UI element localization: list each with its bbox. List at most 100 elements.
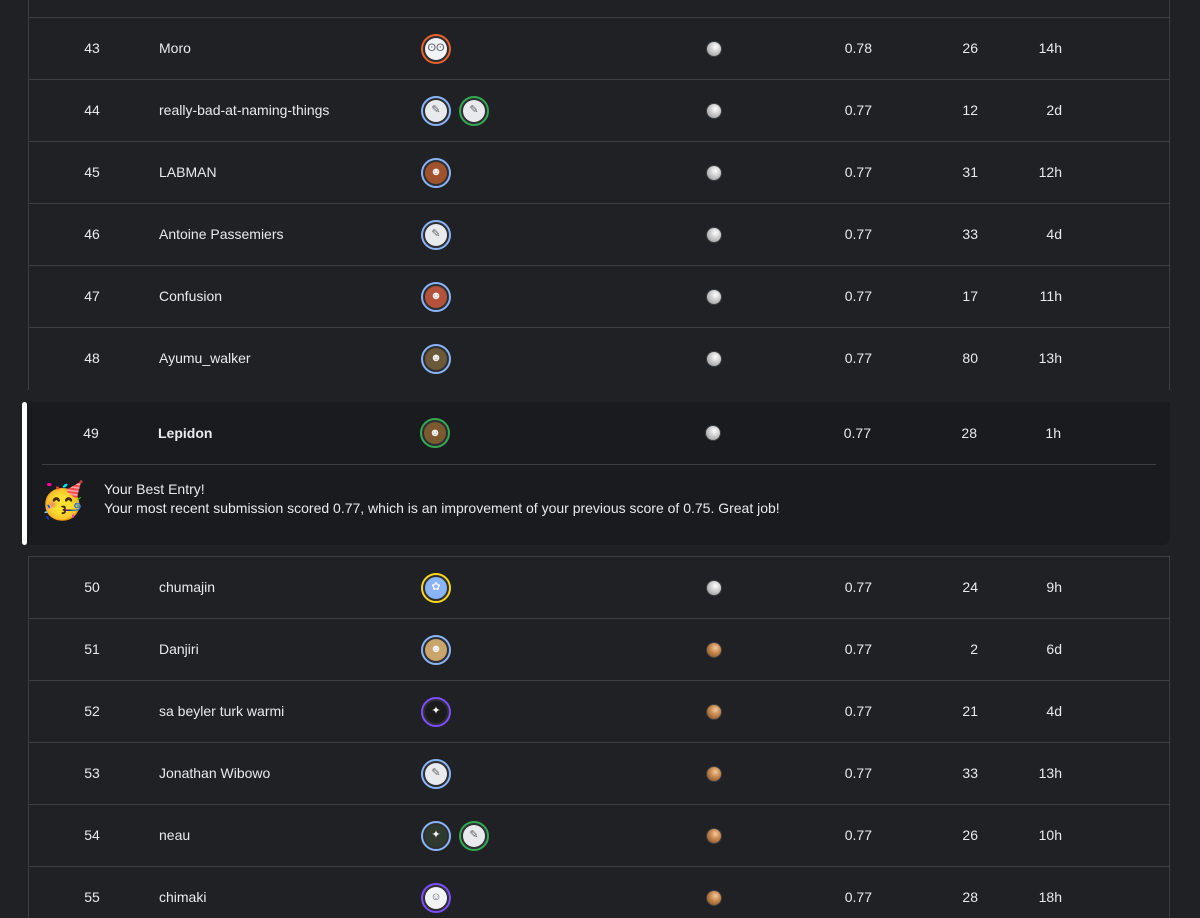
last-submission-cell: 6d [1046,641,1062,657]
team-members: ☺ [421,867,451,918]
team-name[interactable]: sa beyler turk warmi [159,681,284,742]
last-submission-cell: 1h [1045,425,1061,441]
entries-cell: 28 [962,889,978,905]
goose-avatar-icon[interactable]: ✎ [421,758,451,789]
rank-cell: 49 [83,425,99,441]
divider [42,464,1156,465]
rank-cell: 48 [84,350,100,366]
goose-avatar-icon[interactable]: ✎ [459,95,489,126]
last-submission-cell: 2d [1046,102,1062,118]
team-members: ✎ ✎ [421,80,489,141]
leaderboard: 43 Moro ʘʘ 0.78 26 14h 44 really-bad-at-naming-… [0,0,1200,918]
highlight-accent-bar [22,402,27,545]
team-name[interactable]: Antoine Passemiers [159,204,284,265]
table-row[interactable]: 53 Jonathan Wibowo ✎ 0.77 33 13h [29,743,1169,805]
team-name[interactable]: chumajin [159,557,215,618]
last-submission-cell: 18h [1038,889,1062,905]
entries-cell: 28 [961,425,977,441]
team-members: ✦ ✎ [421,805,489,866]
entries-cell: 21 [962,703,978,719]
entries-cell: 33 [962,765,978,781]
team-name[interactable]: Ayumu_walker [159,328,251,389]
table-row[interactable]: 51 Danjiri ☻ 0.77 2 6d [29,619,1169,681]
entries-cell: 12 [962,102,978,118]
bronze-medal-icon [706,641,722,658]
table-row[interactable]: 44 really-bad-at-naming-things ✎ ✎ 0.77 12 2d [29,80,1169,142]
medal-cell [705,80,723,141]
team-name[interactable]: Lepidon [158,402,212,464]
leaderboard-rows-after: 50 chumajin ✿ 0.77 24 9h 51 Danjiri ☻ 0.77 2 6d 52 sa… [28,556,1170,918]
last-submission-cell: 4d [1046,703,1062,719]
rank-cell: 52 [84,703,100,719]
table-row[interactable]: 50 chumajin ✿ 0.77 24 9h [29,557,1169,619]
last-submission-cell: 11h [1039,288,1062,304]
table-row-own-team[interactable]: 49 Lepidon ☻ 0.77 28 1h [28,402,1168,464]
bronze-medal-icon [706,765,722,782]
table-row[interactable]: 54 neau ✦ ✎ 0.77 26 10h [29,805,1169,867]
rank-cell: 54 [84,827,100,843]
avatar-image: ☻ [425,285,447,308]
rank-cell: 43 [84,40,100,56]
score-cell: 0.77 [844,102,872,118]
table-row[interactable]: 43 Moro ʘʘ 0.78 26 14h [29,18,1169,80]
person-photo-icon[interactable]: ☻ [420,418,450,448]
avatar-image: ✦ [425,824,447,847]
entries-cell: 26 [962,40,978,56]
table-row[interactable]: 52 sa beyler turk warmi ✦ 0.77 21 4d [29,681,1169,743]
silver-medal-icon [706,226,722,243]
avatar-image: ✎ [425,223,447,246]
team-name[interactable]: LABMAN [159,142,217,203]
goose-avatar-icon[interactable]: ✎ [421,95,451,126]
avatar-image: ✦ [425,700,447,723]
team-members: ☻ [420,402,450,464]
last-submission-cell: 4d [1046,226,1062,242]
silver-medal-icon [705,425,721,441]
table-row[interactable]: 55 chimaki ☺ 0.77 28 18h [29,867,1169,918]
robot-face-icon[interactable]: ʘʘ [421,33,451,64]
score-cell: 0.77 [844,889,872,905]
last-submission-cell: 13h [1038,350,1062,366]
table-row[interactable]: 46 Antoine Passemiers ✎ 0.77 33 4d [29,204,1169,266]
table-row[interactable]: 47 Confusion ☻ 0.77 17 11h [29,266,1169,328]
character-avatar-icon[interactable]: ☺ [421,882,451,913]
entries-cell: 2 [970,641,978,657]
score-cell: 0.77 [844,765,872,781]
score-cell: 0.77 [844,288,872,304]
table-row[interactable]: 48 Ayumu_walker ☻ 0.77 80 13h [29,328,1169,390]
person-photo-icon[interactable]: ☻ [421,343,451,374]
rank-cell: 53 [84,765,100,781]
goose-avatar-icon[interactable]: ✎ [421,219,451,250]
table-row[interactable]: 45 LABMAN ☻ 0.77 31 12h [29,142,1169,204]
avatar-image: ✿ [425,576,447,599]
avatar-image: ☻ [425,161,447,184]
goose-avatar-icon[interactable]: ✎ [459,820,489,851]
flower-avatar-icon[interactable]: ✿ [421,572,451,603]
dark-character-icon[interactable]: ✦ [421,820,451,851]
medal-cell [705,142,723,203]
team-name[interactable]: neau [159,805,190,866]
team-name[interactable]: really-bad-at-naming-things [159,80,329,141]
score-cell: 0.77 [844,350,872,366]
dark-character-icon[interactable]: ✦ [421,696,451,727]
last-submission-cell: 9h [1046,579,1062,595]
team-name[interactable]: Moro [159,18,191,79]
user-best-entry-panel: 49 Lepidon ☻ 0.77 28 1h 🥳 Your Best Entr… [22,402,1170,545]
team-name[interactable]: Confusion [159,266,222,327]
person-photo-icon[interactable]: ☻ [421,281,451,312]
person-photo-icon[interactable]: ☻ [421,634,451,665]
team-members: ʘʘ [421,18,451,79]
medal-cell [705,328,723,389]
medal-cell [705,619,723,680]
score-cell: 0.77 [844,226,872,242]
party-face-icon: 🥳 [40,480,85,521]
team-name[interactable]: Danjiri [159,619,199,680]
team-members: ✿ [421,557,451,618]
score-cell: 0.78 [844,40,872,56]
score-cell: 0.77 [844,827,872,843]
team-name[interactable]: Jonathan Wibowo [159,743,270,804]
team-name[interactable]: chimaki [159,867,206,918]
medal-cell [705,743,723,804]
rank-cell: 55 [84,889,100,905]
person-photo-icon[interactable]: ☻ [421,157,451,188]
entries-cell: 24 [962,579,978,595]
